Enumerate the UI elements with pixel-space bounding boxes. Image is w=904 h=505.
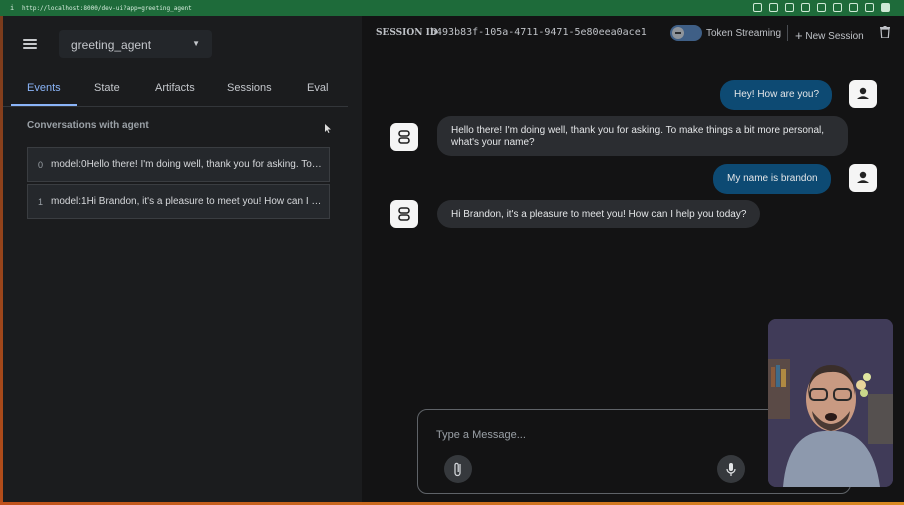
tab-state[interactable]: State [94,82,120,94]
message-text-line2: what's your name? [451,137,535,148]
person-icon [857,171,869,183]
profile-icon[interactable] [881,3,890,12]
microphone-icon [726,463,736,476]
paperclip-icon [454,462,461,477]
tab-events[interactable]: Events [27,82,61,94]
event-row[interactable]: 0 model:0Hello there! I'm doing well, th… [27,147,330,182]
tab-artifacts[interactable]: Artifacts [155,82,195,94]
event-row[interactable]: 1 model:1Hi Brandon, it's a pleasure to … [27,184,330,219]
user-avatar [849,80,877,108]
event-index: 0 [38,160,44,170]
new-session-button[interactable]: + New Session [795,27,864,43]
url-text[interactable]: http://localhost:8000/dev-ui?app=greetin… [22,5,192,12]
message-input-placeholder[interactable]: Type a Message... [436,429,526,441]
agent-select[interactable]: greeting_agent ▼ [59,30,212,58]
event-index: 1 [38,197,44,207]
hamburger-menu-icon[interactable] [23,39,37,49]
sidebar-icon[interactable] [865,3,874,12]
tab-sessions[interactable]: Sessions [227,82,272,94]
link-icon[interactable] [753,3,762,12]
new-session-label: New Session [805,31,864,42]
sync-icon[interactable] [849,3,858,12]
sidebar-tabs: Events State Artifacts Sessions Eval [3,70,348,107]
bot-message: Hi Brandon, it's a pleasure to meet you!… [437,200,760,228]
presenter-video [768,319,893,487]
header-divider [787,25,788,41]
bot-message: Hello there! I'm doing well, thank you f… [437,116,848,156]
bot-avatar [390,200,418,228]
session-id-value: b493b83f-105a-4711-9471-5e80eea0ace1 [430,27,647,38]
microphone-button[interactable] [717,455,745,483]
token-streaming-toggle[interactable] [670,25,702,41]
sidebar: greeting_agent ▼ Events State Artifacts … [3,16,362,502]
user-message: My name is brandon [713,164,831,194]
bot-avatar [390,123,418,151]
browser-toolbar-icons [753,3,890,12]
session-id-label: SESSION ID [376,28,438,38]
person-icon [857,87,869,99]
tab-eval[interactable]: Eval [307,82,328,94]
webcam-overlay [768,319,893,487]
active-tab-indicator [11,104,77,106]
message-text-line1: Hello there! I'm doing well, thank you f… [451,125,825,136]
screenshot-icon[interactable] [769,3,778,12]
mouse-cursor-icon [325,124,331,133]
message-text: My name is brandon [727,173,818,184]
message-text: Hi Brandon, it's a pleasure to meet you!… [451,209,747,220]
camera-icon[interactable] [785,3,794,12]
agent-select-value: greeting_agent [71,38,152,52]
info-icon[interactable]: i [10,4,14,12]
attach-button[interactable] [444,455,472,483]
bot-icon [398,130,410,144]
event-text: model:0Hello there! I'm doing well, than… [51,159,323,170]
bot-icon [398,207,410,221]
window-icon[interactable] [801,3,810,12]
extension-icon[interactable] [817,3,826,12]
trash-icon[interactable] [880,26,890,38]
chevron-down-icon: ▼ [192,39,200,48]
plus-icon: + [795,28,803,43]
message-text: Hey! How are you? [734,89,820,100]
settings-icon[interactable] [833,3,842,12]
conversations-title: Conversations with agent [27,120,149,131]
event-text: model:1Hi Brandon, it's a pleasure to me… [51,196,323,207]
token-streaming-label: Token Streaming [706,28,782,39]
user-avatar [849,164,877,192]
browser-url-bar: i http://localhost:8000/dev-ui?app=greet… [0,0,904,16]
app-frame: greeting_agent ▼ Events State Artifacts … [0,16,904,505]
user-message: Hey! How are you? [720,80,832,110]
